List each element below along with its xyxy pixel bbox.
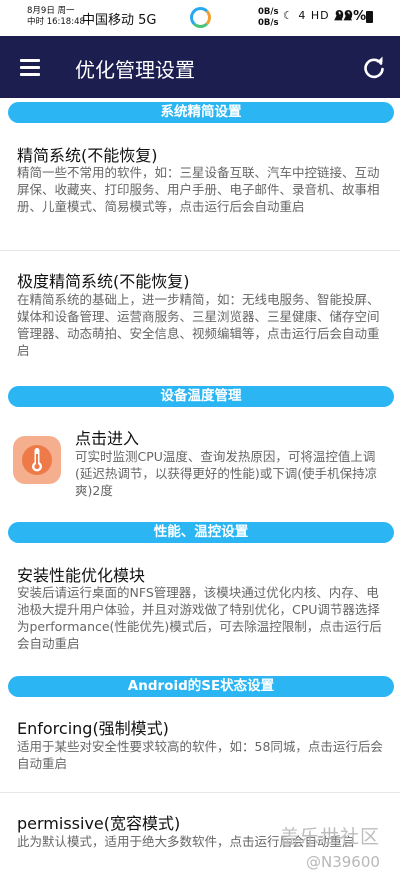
item-title: 极度精简系统(不能恢复) — [17, 272, 190, 291]
refresh-icon[interactable] — [360, 54, 388, 82]
section-header-temperature: 设备温度管理 — [8, 386, 394, 407]
page-title: 优化管理设置 — [75, 58, 195, 82]
watermark-user: @N39600 — [306, 853, 380, 871]
item-title: 安装性能优化模块 — [17, 566, 146, 585]
item-title: permissive(宽容模式) — [17, 814, 181, 833]
watermark-brand: 盖乐世社区 — [280, 826, 381, 848]
status-bar: 8月9日 周一 中时 16:18:48 中国移动 5G 0B/s 0B/s ☾ … — [0, 0, 400, 36]
section-header-selinux: Android的SE状态设置 — [8, 676, 394, 697]
item-desc: 可实时监测CPU温度、查询发热原因，可将温控值上调(延迟热调节，以获得更好的性能… — [75, 449, 378, 498]
item-title: 点击进入 — [75, 429, 140, 448]
item-desc: 精简一些不常用的软件，如：三星设备互联、汽车中控链接、互动屏保、收藏夹、打印服务… — [17, 165, 380, 214]
menu-icon[interactable] — [20, 59, 40, 76]
extreme-slim-system-item[interactable]: 极度精简系统(不能恢复) 在精简系统的基础上，进一步精简，如：无线电服务、智能投… — [0, 256, 400, 376]
battery-level: 99% — [335, 9, 367, 24]
item-title: Enforcing(强制模式) — [17, 719, 169, 738]
thermometer-icon — [13, 436, 61, 484]
performance-module-item[interactable]: 安装性能优化模块 安装后请运行桌面的NFS管理器，该模块通过优化内核、内存、电池… — [0, 548, 400, 670]
section-header-system-slim: 系统精简设置 — [8, 102, 394, 123]
item-desc: 安装后请运行桌面的NFS管理器，该模块通过优化内核、内存、电池极大提升用户体验，… — [17, 585, 382, 651]
app-bar: 优化管理设置 — [0, 36, 400, 98]
battery-icon — [366, 11, 373, 23]
item-title: 精简系统(不能恢复) — [17, 146, 158, 165]
item-desc: 在精简系统的基础上，进一步精简，如：无线电服务、智能投屏、媒体和设备管理、运营商… — [17, 292, 380, 358]
slim-system-item[interactable]: 精简系统(不能恢复) 精简一些不常用的软件，如：三星设备互联、汽车中控链接、互动… — [0, 128, 400, 250]
section-header-performance: 性能、温控设置 — [8, 522, 394, 543]
item-desc: 适用于某些对安全性要求较高的软件，如：58同城，点击运行后会自动重启 — [17, 739, 383, 771]
divider — [0, 792, 400, 793]
status-date: 8月9日 周一 中时 16:18:48 — [27, 6, 85, 27]
divider — [0, 250, 400, 251]
network-speed: 0B/s 0B/s — [258, 7, 279, 28]
settings-list: 系统精简设置 精简系统(不能恢复) 精简一些不常用的软件，如：三星设备互联、汽车… — [0, 98, 400, 889]
assistant-ring-icon — [190, 7, 211, 28]
enforcing-mode-item[interactable]: Enforcing(强制模式) 适用于某些对安全性要求较高的软件，如：58同城，… — [0, 702, 400, 786]
status-carrier: 中国移动 5G — [82, 13, 157, 28]
temperature-entry-item[interactable]: 点击进入 可实时监测CPU温度、查询发热原因，可将温控值上调(延迟热调节，以获得… — [0, 410, 400, 510]
